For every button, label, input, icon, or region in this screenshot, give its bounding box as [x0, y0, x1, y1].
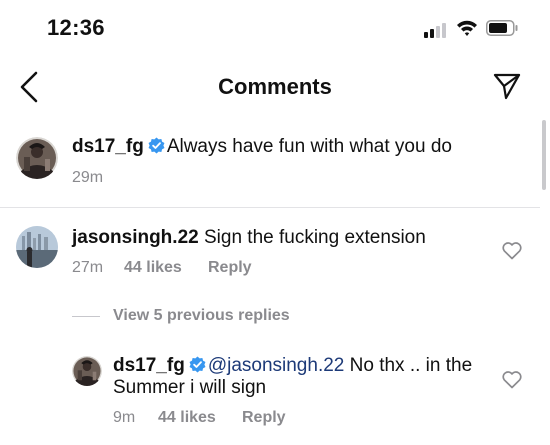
mention-link[interactable]: @jasonsingh.22	[208, 355, 345, 376]
scrollbar[interactable]	[542, 120, 546, 190]
caption-timestamp: 29m	[72, 169, 104, 186]
wifi-icon	[457, 20, 477, 36]
reply-meta: 9m 44 likes Reply	[113, 409, 413, 429]
status-time: 12:36	[47, 15, 105, 40]
avatar[interactable]	[16, 226, 58, 268]
reply-username[interactable]: ds17_fg	[113, 355, 185, 376]
avatar[interactable]	[72, 356, 102, 386]
reply-button[interactable]: Reply	[208, 259, 252, 277]
like-heart-icon[interactable]	[501, 370, 523, 390]
reply-button[interactable]: Reply	[242, 409, 286, 427]
caption-text: Always have fun with what you do	[166, 136, 452, 157]
reply-timestamp: 9m	[113, 409, 136, 426]
send-direct-icon[interactable]	[492, 71, 522, 101]
comment-username[interactable]: jasonsingh.22	[72, 227, 199, 248]
battery-icon	[486, 20, 518, 36]
divider	[0, 207, 540, 208]
comment-text: Sign the fucking extension	[203, 227, 426, 248]
like-heart-icon[interactable]	[501, 241, 523, 261]
replies-divider-line	[72, 316, 100, 317]
page-title: Comments	[218, 74, 332, 99]
comment-meta: 27m 44 likes Reply	[72, 259, 372, 279]
caption-username[interactable]: ds17_fg	[72, 136, 144, 157]
view-previous-replies-button[interactable]: View 5 previous replies	[113, 307, 290, 325]
cellular-signal-icon	[424, 22, 448, 38]
verified-badge-icon	[148, 137, 165, 154]
verified-badge-icon	[189, 356, 206, 373]
comment-likes-count[interactable]: 44 likes	[124, 259, 182, 277]
comment-timestamp: 27m	[72, 259, 104, 276]
reply-likes-count[interactable]: 44 likes	[158, 409, 216, 427]
avatar[interactable]	[16, 137, 58, 179]
